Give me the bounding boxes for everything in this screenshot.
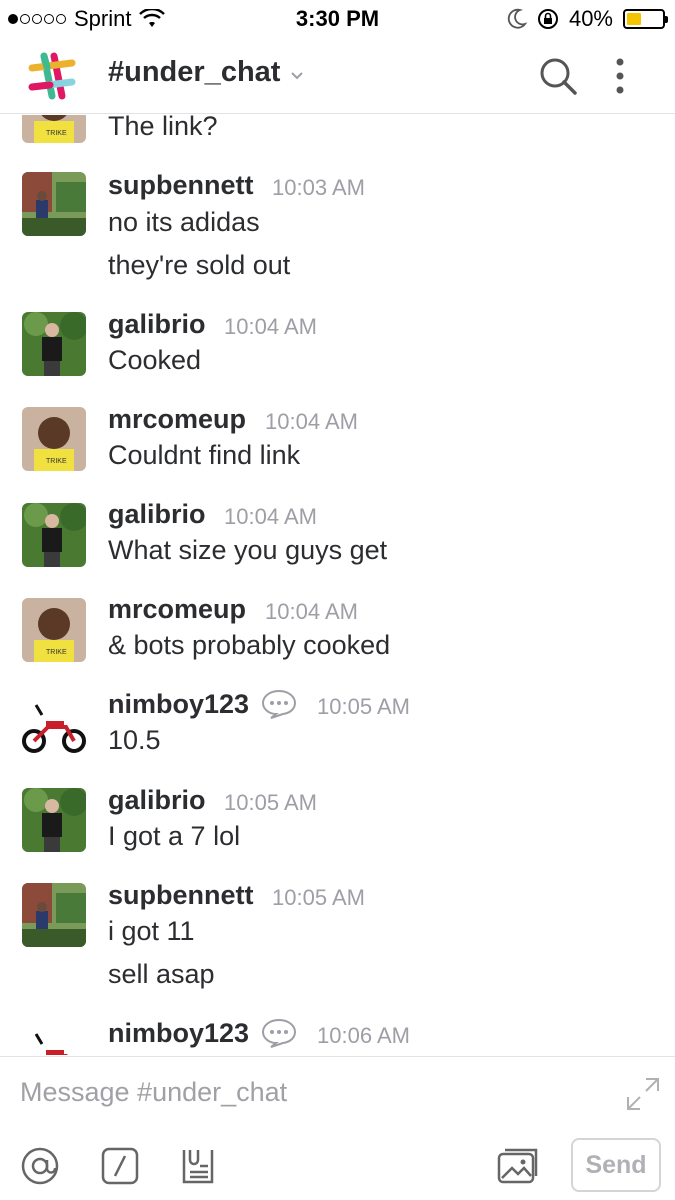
message-text: What size you guys get xyxy=(108,535,388,565)
battery-level-fill xyxy=(627,13,641,25)
svg-text:TRIKE: TRIKE xyxy=(46,130,67,137)
avatar-galibrio[interactable] xyxy=(22,312,86,376)
message-time: 10:04 AM xyxy=(224,314,317,339)
message-time: 10:03 AM xyxy=(272,175,365,200)
chevron-down-icon xyxy=(290,65,304,86)
avatar-mrcomeup[interactable]: TRIKE xyxy=(22,115,86,143)
more-vertical-icon[interactable] xyxy=(605,56,635,96)
channel-title[interactable]: #under_chat xyxy=(108,56,304,89)
message-author[interactable]: supbennett xyxy=(108,880,254,911)
message-time: 10:05 AM xyxy=(224,790,317,815)
slash-command-icon[interactable] xyxy=(100,1146,140,1186)
status-bubble-icon xyxy=(261,1018,297,1048)
message-text: I got a 7 lol xyxy=(108,821,241,851)
svg-text:TRIKE: TRIKE xyxy=(46,649,67,656)
message-author[interactable]: galibrio xyxy=(108,499,206,530)
moon-icon xyxy=(507,8,527,29)
avatar-galibrio[interactable] xyxy=(22,788,86,852)
message-text: The link? xyxy=(108,115,218,141)
message-time: 10:04 AM xyxy=(224,504,317,529)
message-text: Cooked xyxy=(108,345,202,375)
message-text: they're sold out xyxy=(108,250,291,280)
photo-upload-icon[interactable] xyxy=(496,1146,540,1186)
at-mention-icon[interactable] xyxy=(20,1146,60,1186)
message-author[interactable]: galibrio xyxy=(108,785,206,816)
message-list[interactable]: TRIKE The link? supbennett 10:03 AM no i… xyxy=(0,115,675,1055)
expand-icon[interactable] xyxy=(626,1077,660,1111)
status-bubble-icon xyxy=(261,689,297,719)
message-time: 10:05 AM xyxy=(272,885,365,910)
battery-icon xyxy=(623,9,668,29)
message-author[interactable]: nimboy123 xyxy=(108,1018,249,1049)
send-button[interactable]: Send xyxy=(571,1138,661,1192)
message-text: i got 11 xyxy=(108,916,195,946)
message-time: 10:06 AM xyxy=(317,1023,410,1048)
message-author[interactable]: mrcomeup xyxy=(108,404,246,435)
rotation-lock-icon xyxy=(537,9,558,29)
battery-percent: 40% xyxy=(568,6,613,31)
avatar-supbennett[interactable] xyxy=(22,172,86,236)
status-bar: Sprint 3:30 PM 40% xyxy=(0,0,675,38)
svg-text:TRIKE: TRIKE xyxy=(46,458,67,465)
message-author[interactable]: galibrio xyxy=(108,309,206,340)
message-author[interactable]: mrcomeup xyxy=(108,594,246,625)
message-time: 10:05 AM xyxy=(317,694,410,719)
message-text: sell asap xyxy=(108,959,215,989)
avatar-mrcomeup[interactable]: TRIKE xyxy=(22,407,86,471)
avatar-supbennett[interactable] xyxy=(22,883,86,947)
message-composer: Send xyxy=(0,1056,675,1200)
message-input[interactable] xyxy=(20,1077,580,1108)
message-text: no its adidas xyxy=(108,207,260,237)
message-text: Couldnt find link xyxy=(108,440,301,470)
message-time: 10:04 AM xyxy=(265,599,358,624)
message-text: & bots probably cooked xyxy=(108,630,391,660)
message-author[interactable]: nimboy123 xyxy=(108,689,249,720)
message-text: 10.5 xyxy=(108,725,161,755)
message-author[interactable]: supbennett xyxy=(108,170,254,201)
status-right: 40% xyxy=(507,6,668,32)
channel-header: #under_chat xyxy=(0,38,675,114)
file-snippet-icon[interactable] xyxy=(178,1146,218,1186)
search-icon[interactable] xyxy=(538,56,578,96)
avatar-nimboy123[interactable] xyxy=(22,693,86,757)
channel-name: #under_chat xyxy=(108,56,281,88)
avatar-galibrio[interactable] xyxy=(22,503,86,567)
avatar-mrcomeup[interactable]: TRIKE xyxy=(22,598,86,662)
message-time: 10:04 AM xyxy=(265,409,358,434)
slack-logo-icon[interactable] xyxy=(26,50,78,102)
avatar-nimboy123[interactable] xyxy=(22,1022,86,1055)
